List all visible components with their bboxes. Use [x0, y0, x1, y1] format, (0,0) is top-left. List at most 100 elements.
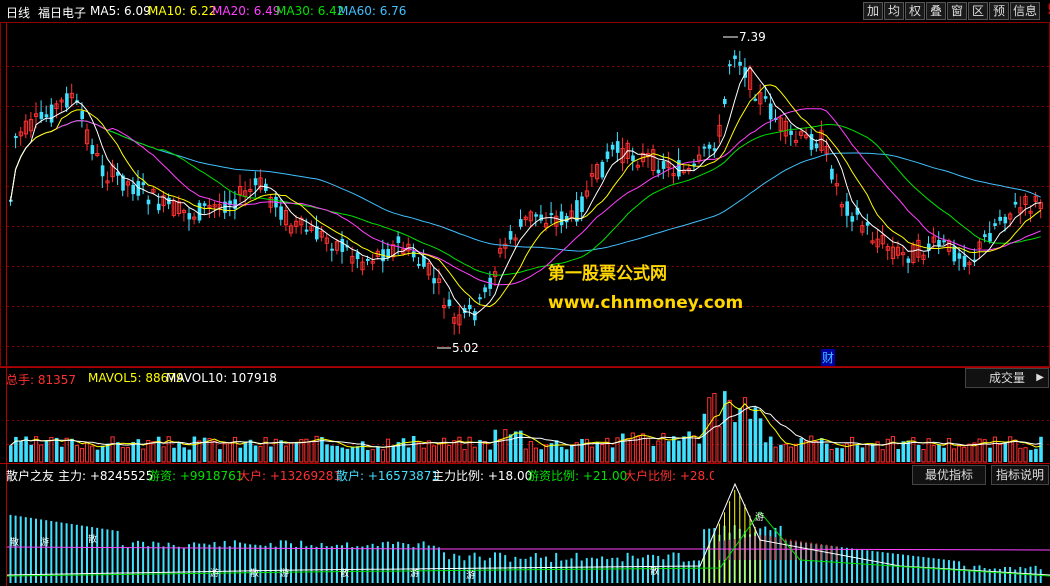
volume-bar: [447, 444, 452, 463]
volume-total-label: 总手: 81357: [6, 373, 77, 387]
candle-body: [396, 236, 401, 244]
indicator-hot-ratio-label: 游资比例: +21.00: [527, 469, 628, 483]
toolbar-average-button[interactable]: 均: [884, 2, 904, 20]
volume-bar: [345, 448, 350, 462]
volume-bar: [100, 445, 105, 462]
volume-bar: [513, 431, 518, 462]
volume-bar: [621, 433, 625, 462]
low-price-label: 5.02: [452, 341, 479, 355]
candle-body: [417, 263, 421, 266]
volume-bar: [937, 444, 941, 462]
candle-body: [656, 169, 661, 174]
volume-bar: [131, 442, 135, 462]
candle-body: [156, 203, 161, 211]
candle-body: [610, 144, 615, 150]
volume-bar: [942, 447, 946, 462]
volume-bar: [677, 440, 681, 462]
watermark-url: www.chnmoney.com: [548, 293, 744, 313]
volume-bar: [570, 445, 574, 462]
ma5-label: MA5: 6.09: [90, 4, 151, 18]
volume-bar: [635, 436, 640, 463]
best-indicator-button[interactable]: 最优指标: [912, 465, 986, 485]
volume-bar: [748, 418, 753, 462]
candle-body: [519, 219, 523, 227]
candle-body: [478, 297, 482, 300]
candle-body: [850, 216, 855, 222]
volume-bar: [29, 444, 33, 462]
toolbar-info-button[interactable]: 信息: [1010, 2, 1040, 20]
volume-bar: [156, 436, 161, 462]
volume-bar: [279, 440, 283, 462]
candle-body: [728, 64, 732, 67]
volume-bar: [1029, 449, 1033, 462]
indicator-main-label: 主力: +8245525: [58, 469, 154, 483]
indicator-bar-mark: 散: [10, 536, 19, 548]
volume-bar: [218, 449, 222, 462]
volume-bar: [829, 449, 834, 463]
candle-body: [723, 98, 727, 105]
volume-bar: [727, 399, 732, 463]
candle-body: [580, 196, 584, 213]
candle-body: [90, 145, 95, 154]
candle-body: [845, 201, 849, 216]
toolbar-range-button[interactable]: 区: [968, 2, 988, 20]
volume-bar: [559, 446, 564, 462]
volume-bar: [554, 440, 559, 462]
volume-bar: [376, 446, 380, 462]
toolbar-add-button[interactable]: 加: [863, 2, 883, 20]
indicator-bar-mark: 游: [40, 536, 49, 548]
volume-bar: [197, 440, 202, 463]
close-icon[interactable]: !: [1043, 2, 1050, 18]
volume-bar: [758, 418, 763, 462]
volume-bar: [120, 447, 125, 463]
volume-bar: [330, 445, 334, 462]
volume-bar: [783, 443, 788, 463]
toolbar-overlay-button[interactable]: 叠: [926, 2, 946, 20]
volume-bar: [870, 443, 875, 462]
volume-bar: [370, 449, 375, 463]
volume-bar: [222, 443, 227, 463]
volume-bar: [192, 436, 197, 462]
candle-body: [340, 238, 345, 252]
volume-bar: [753, 407, 758, 462]
volume-bar: [697, 443, 702, 462]
volume-bar: [202, 437, 207, 462]
candle-body: [789, 130, 793, 135]
volume-indicator-select[interactable]: 成交量 ▶: [965, 368, 1049, 388]
volume-bar: [1008, 436, 1013, 463]
volume-bar: [182, 447, 186, 462]
candle-body: [549, 213, 554, 216]
volume-bar: [1003, 441, 1008, 462]
finance-marker[interactable]: 财: [821, 349, 836, 366]
volume-bar: [248, 439, 253, 462]
indicator-help-button[interactable]: 指标说明: [991, 465, 1049, 485]
volume-bar: [625, 438, 630, 463]
toolbar-rights-button[interactable]: 权: [905, 2, 925, 20]
toolbar-forecast-button[interactable]: 预: [989, 2, 1009, 20]
candle-body: [100, 165, 105, 177]
stock-chart-canvas[interactable]: 散游散游散游散游游散游: [0, 0, 1050, 586]
volume-bar: [472, 446, 477, 463]
candle-body: [65, 93, 69, 108]
candle-body: [661, 161, 666, 169]
volume-bar: [957, 445, 962, 463]
candle-body: [432, 278, 436, 284]
candle-body: [605, 151, 610, 159]
candle-body: [753, 98, 758, 101]
toolbar-window-button[interactable]: 窗: [947, 2, 967, 20]
candle-body: [534, 214, 538, 217]
ma20-label: MA20: 6.49: [212, 4, 281, 18]
candle-body: [998, 216, 1002, 221]
volume-bar: [600, 444, 605, 463]
volume-bar: [814, 440, 819, 463]
volume-bar: [687, 431, 691, 462]
volume-bar: [263, 437, 268, 463]
volume-bar: [860, 447, 865, 462]
volume-bar: [172, 447, 176, 462]
volume-bar: [411, 436, 416, 462]
volume-bar: [595, 442, 600, 462]
candle-body: [830, 168, 834, 180]
volume-bar: [309, 440, 314, 463]
volume-bar: [74, 445, 80, 463]
volume-bar: [60, 446, 64, 462]
